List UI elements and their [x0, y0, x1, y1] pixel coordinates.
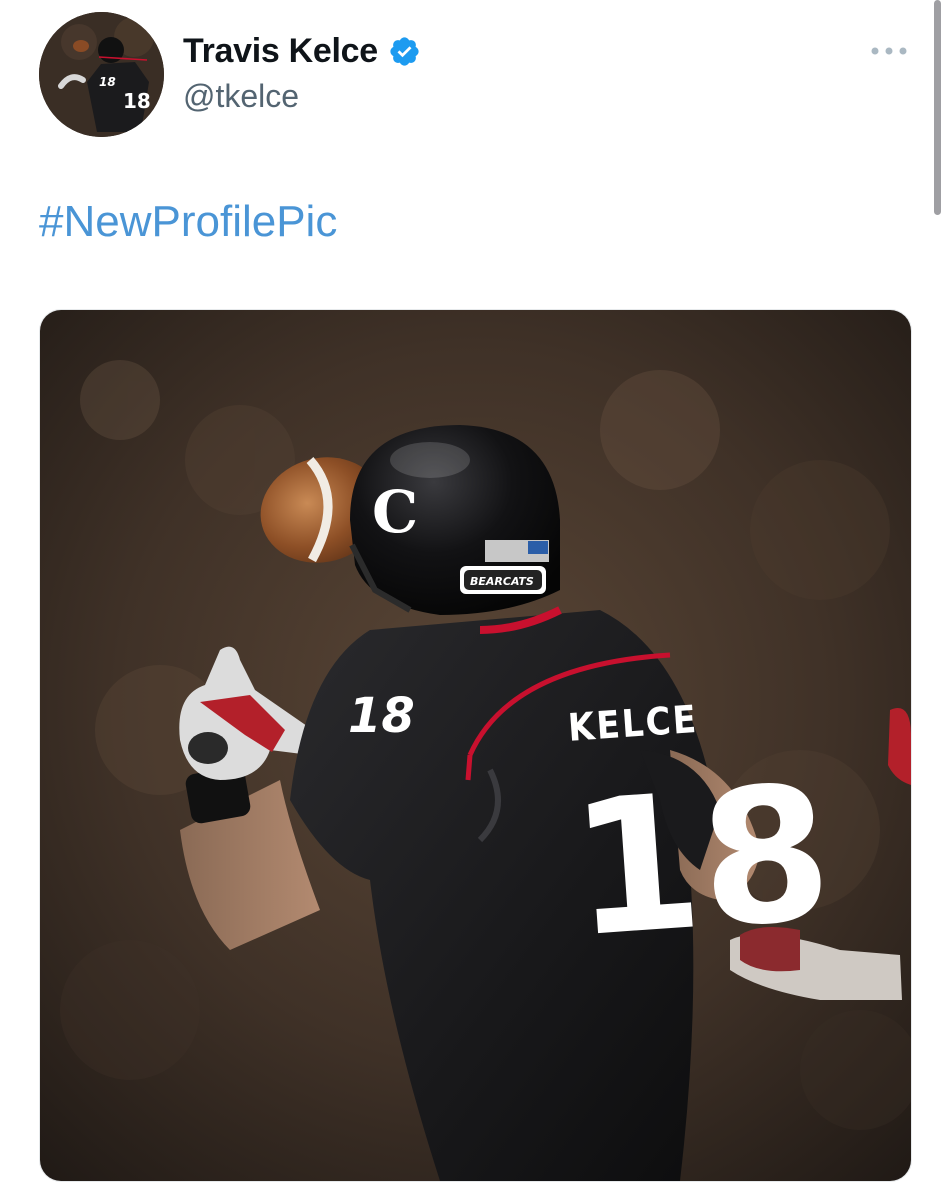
tweet-media-photo[interactable]: C BEARCATS 18 KELCE 18 [39, 309, 912, 1182]
football-photo: C BEARCATS 18 KELCE 18 [40, 310, 911, 1181]
avatar-back-number: 18 [123, 89, 151, 113]
author-name-row: Travis Kelce [183, 32, 421, 71]
author-handle[interactable]: @tkelce [183, 78, 299, 115]
helmet: C BEARCATS [349, 425, 560, 615]
scrollbar-thumb[interactable] [934, 0, 941, 215]
hashtag-link[interactable]: #NewProfilePic [39, 197, 337, 246]
helmet-band-text: BEARCATS [470, 575, 534, 588]
jersey-number: 18 [564, 744, 837, 979]
profile-avatar[interactable]: 18 18 [39, 12, 164, 137]
shoulder-number: 18 [348, 688, 415, 744]
tweet-text: #NewProfilePic [39, 193, 337, 251]
verified-badge-icon [388, 35, 421, 68]
jersey-name: KELCE [567, 697, 700, 750]
more-horizontal-icon [871, 47, 907, 55]
helmet-logo: C [372, 478, 418, 546]
author-display-name[interactable]: Travis Kelce [183, 32, 378, 71]
avatar-shoulder-number: 18 [99, 75, 116, 89]
more-options-button[interactable] [866, 36, 912, 66]
avatar-image: 18 18 [39, 12, 164, 137]
